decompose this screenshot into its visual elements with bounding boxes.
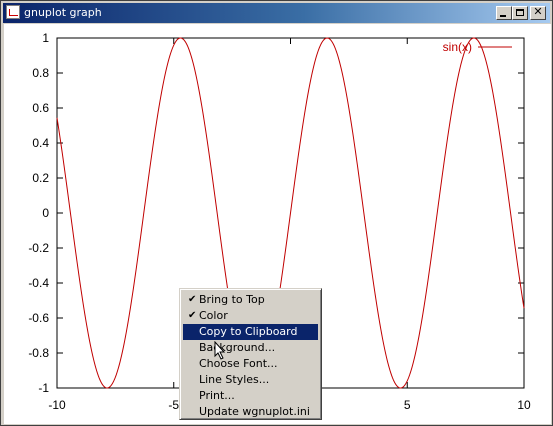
maximize-button[interactable] xyxy=(512,6,528,20)
y-tick-label: 0.6 xyxy=(32,101,49,115)
x-tick-label: -10 xyxy=(48,398,66,412)
mouse-cursor-icon xyxy=(214,341,226,360)
menu-item-line-styles[interactable]: Line Styles... xyxy=(183,372,318,388)
y-tick-label: 0.2 xyxy=(32,171,49,185)
y-tick-label: 0.8 xyxy=(32,66,49,80)
y-tick-label: -0.6 xyxy=(28,311,49,325)
maximize-icon xyxy=(516,9,524,16)
close-icon: ✕ xyxy=(533,5,543,18)
menu-item-label: Choose Font... xyxy=(199,357,278,370)
check-icon: ✔ xyxy=(188,310,197,321)
menu-item-update-wgnuplot-ini[interactable]: Update wgnuplot.ini xyxy=(183,404,318,420)
x-tick-label: 5 xyxy=(404,398,411,412)
menu-item-label: Line Styles... xyxy=(199,373,270,386)
menu-item-label: Background... xyxy=(199,341,276,354)
app-icon[interactable] xyxy=(6,5,20,19)
menu-item-background[interactable]: Background... xyxy=(183,340,318,356)
legend-label: sin(x) xyxy=(443,40,472,54)
minimize-button[interactable] xyxy=(496,6,512,20)
menu-item-copy-to-clipboard[interactable]: Copy to Clipboard xyxy=(183,324,318,340)
y-tick-label: -0.8 xyxy=(28,346,49,360)
y-tick-label: -1 xyxy=(38,381,49,395)
close-button[interactable]: ✕ xyxy=(530,5,546,20)
gnuplot-window: gnuplot graph ✕ -1 -0.8 -0.6 -0.4 -0.2 0 0.2 0.… xyxy=(0,0,553,426)
menu-item-bring-to-top[interactable]: ✔ Bring to Top xyxy=(183,292,318,308)
title-bar[interactable]: gnuplot graph ✕ xyxy=(3,3,550,23)
menu-item-label: Print... xyxy=(199,389,235,402)
y-tick-label: -0.4 xyxy=(28,276,49,290)
y-tick-label: 0.4 xyxy=(32,136,49,150)
x-tick-label: -5 xyxy=(168,398,179,412)
menu-item-color[interactable]: ✔ Color xyxy=(183,308,318,324)
check-icon: ✔ xyxy=(188,294,197,305)
menu-item-choose-font[interactable]: Choose Font... xyxy=(183,356,318,372)
menu-item-label: Color xyxy=(199,309,228,322)
y-tick-label: -0.2 xyxy=(28,241,49,255)
minimize-icon xyxy=(500,15,506,17)
menu-item-label: Copy to Clipboard xyxy=(199,325,298,338)
window-title: gnuplot graph xyxy=(24,6,102,19)
y-tick-label: 0 xyxy=(42,206,49,220)
menu-item-label: Bring to Top xyxy=(199,293,265,306)
y-tick-label: 1 xyxy=(42,31,49,45)
context-menu: ✔ Bring to Top ✔ Color Copy to Clipboard Back… xyxy=(179,288,322,420)
menu-item-label: Update wgnuplot.ini xyxy=(199,405,310,418)
x-tick-label: 10 xyxy=(517,398,531,412)
menu-item-print[interactable]: Print... xyxy=(183,388,318,404)
